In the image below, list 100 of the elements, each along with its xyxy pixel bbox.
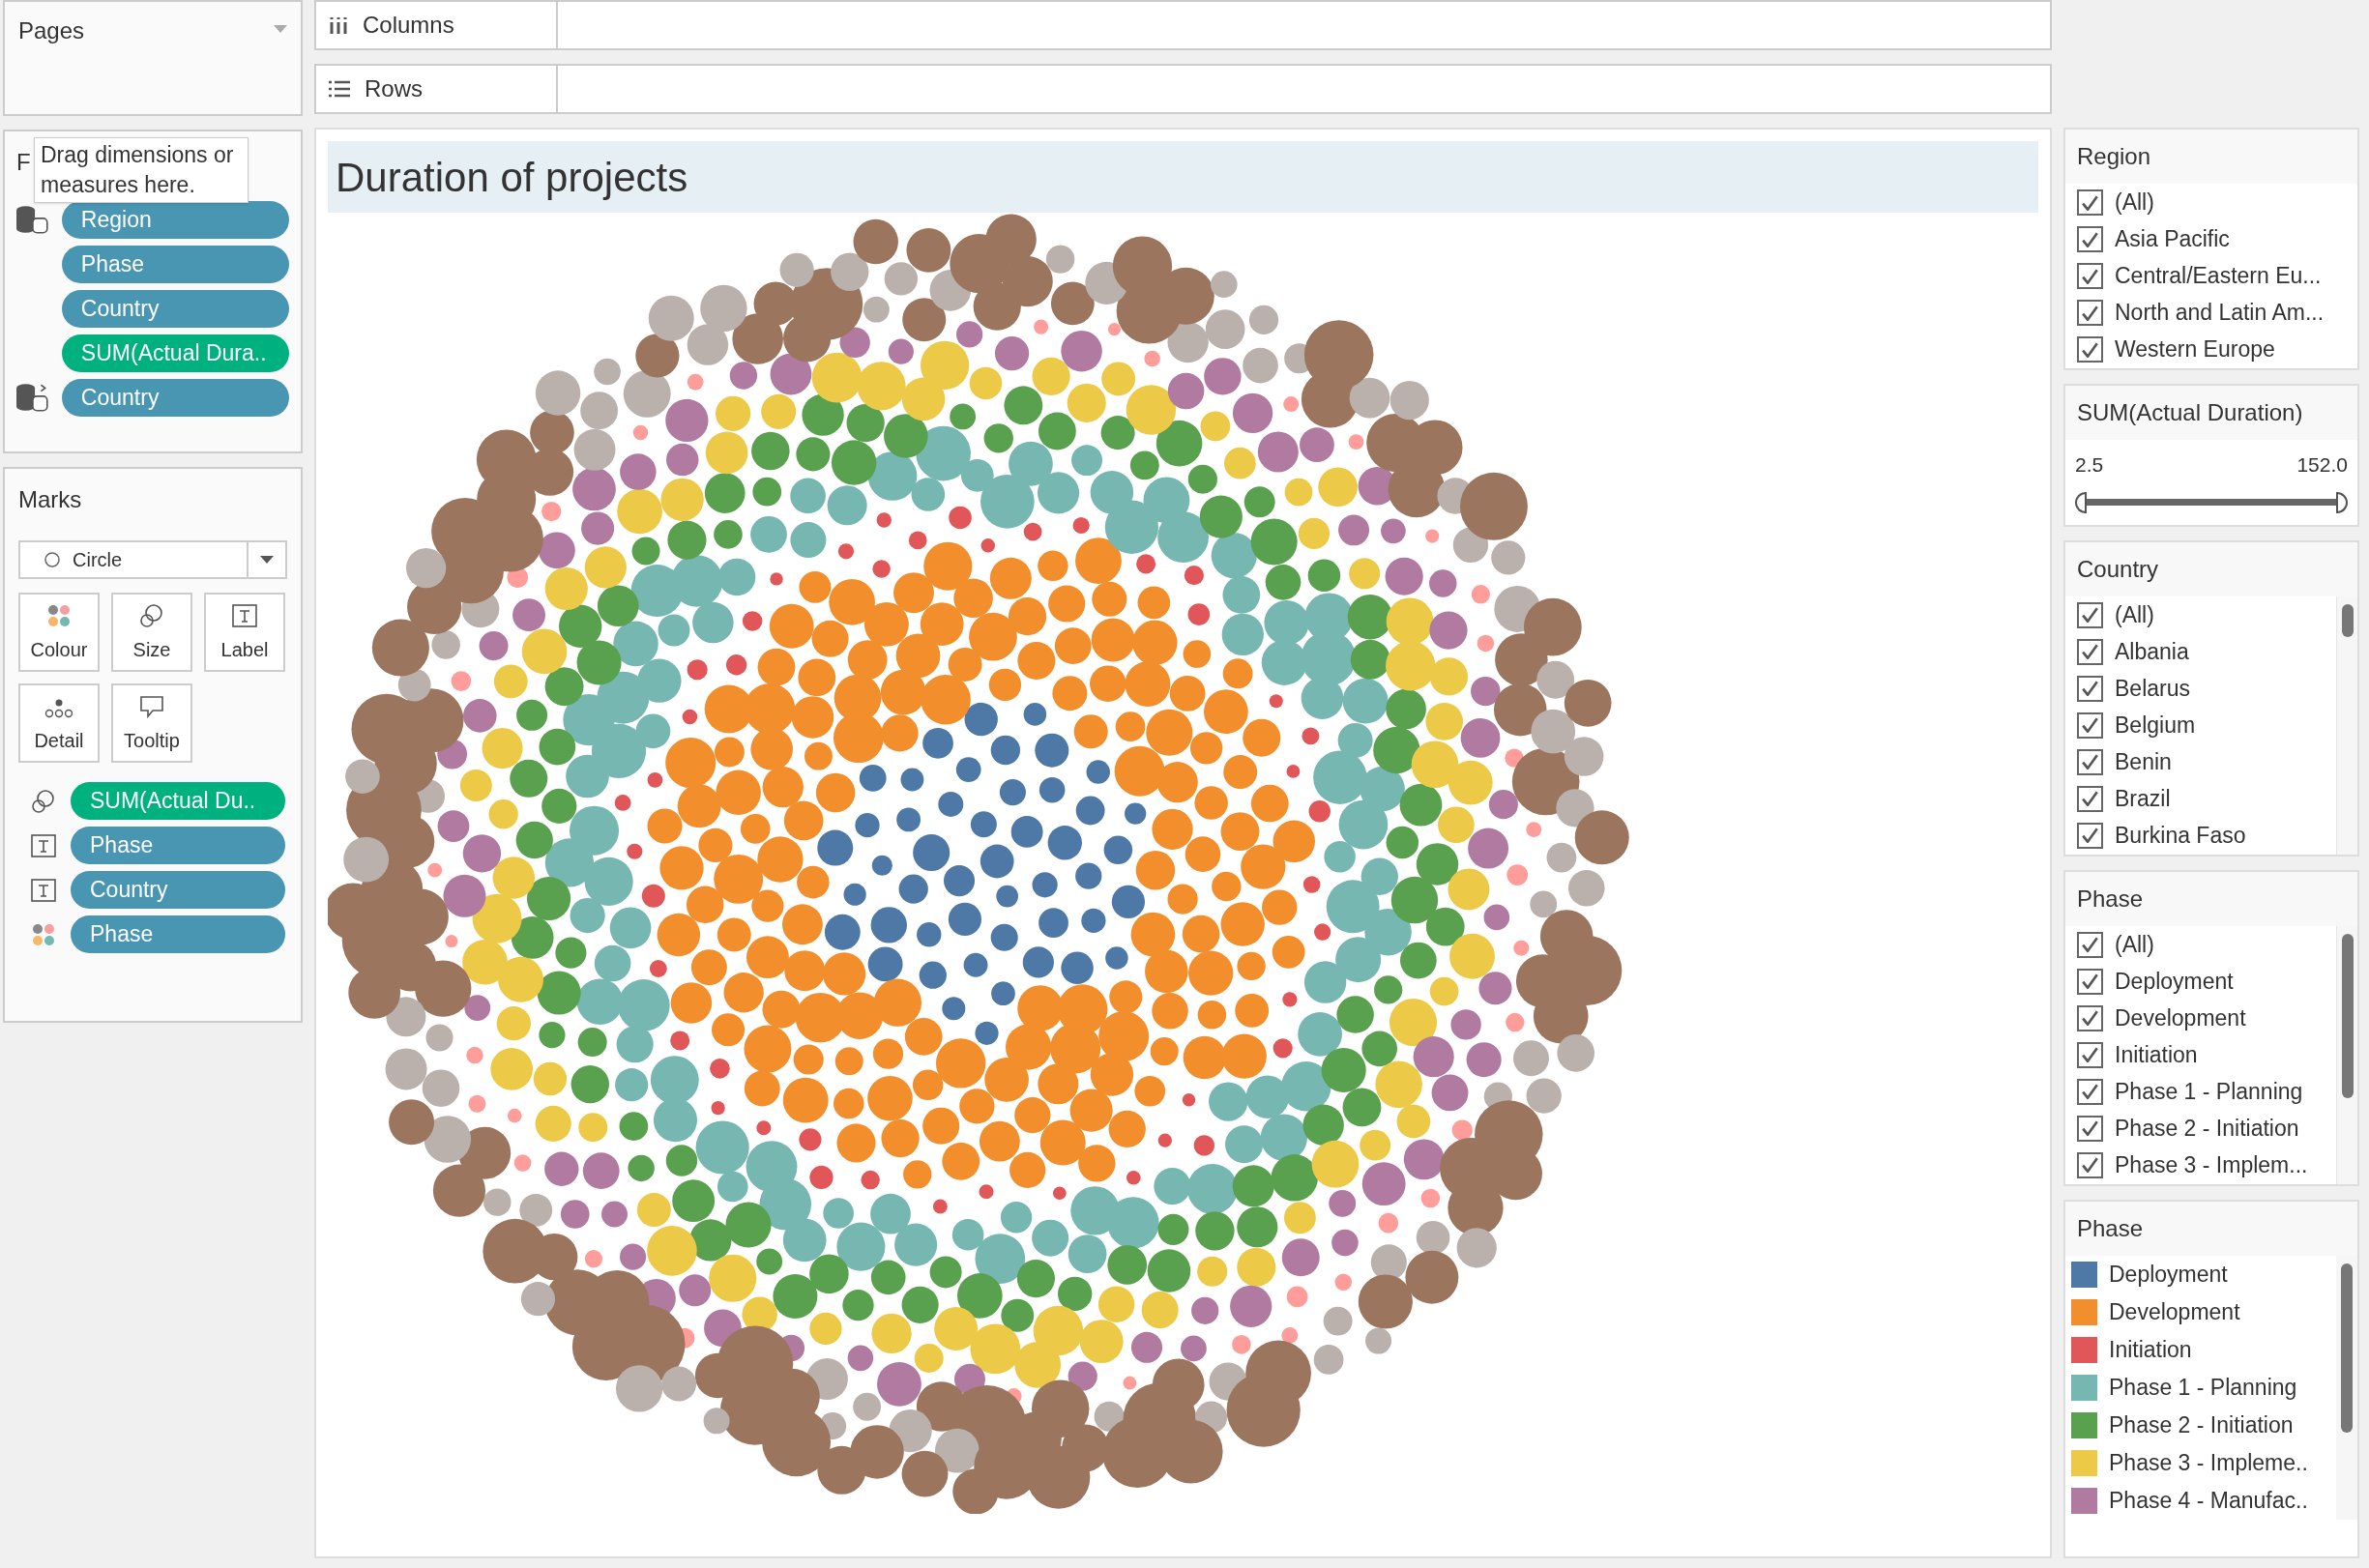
check-icon [2082,681,2098,696]
filter-option[interactable]: Brazil [2115,785,2171,812]
checkbox[interactable] [2077,1004,2103,1031]
circle-icon [44,551,61,568]
filter-option[interactable]: Belarus [2115,675,2190,702]
shelf[interactable]: Columns [314,0,2052,50]
card-title: SUM(Actual Duration) [2065,386,2357,440]
filter-option[interactable]: Initiation [2115,1041,2198,1068]
card-title: Phase [2065,1201,2357,1256]
card-title: Marks [18,485,83,514]
check-icon [2082,341,2098,358]
scrollbar[interactable] [2341,1263,2353,1433]
mark-type-dropdown[interactable]: Circle [18,540,287,579]
view-title: Duration of projects [328,141,2038,213]
legend-label: Deployment [2109,1261,2228,1288]
filter-option[interactable]: Development [2115,1004,2246,1031]
marks-card-button[interactable]: Detail [18,683,100,763]
filter-option[interactable]: Central/Eastern Eu... [2115,263,2322,289]
checkbox[interactable] [2077,1078,2103,1105]
shelf-label: Rows [365,74,423,103]
speech-bubble-icon [138,693,165,720]
check-icon [2082,231,2098,247]
detail-dots-icon [44,697,74,720]
filter-option[interactable]: (All) [2115,931,2154,958]
checkbox[interactable] [2077,189,2103,216]
filter-option[interactable]: Burkina Faso [2115,822,2246,849]
checkbox[interactable] [2077,226,2103,252]
check-icon [2082,1010,2098,1026]
checkbox[interactable] [2077,931,2103,958]
scrollbar[interactable] [2341,603,2354,637]
checkbox[interactable] [2077,675,2103,702]
card-title: Phase [2065,871,2357,926]
pages-shelf[interactable]: Pages [3,0,303,116]
shelf[interactable]: Rows [314,64,2052,114]
text-t-icon [231,602,258,629]
check-icon [2082,1157,2098,1173]
marks-card-button[interactable]: Colour [18,593,100,672]
database-icon [16,206,48,234]
filter-option[interactable]: Benin [2115,748,2172,775]
legend-label: Initiation [2109,1336,2192,1363]
columns-icon [328,15,349,36]
marks-card-button[interactable]: Tooltip [111,683,192,763]
marks-card-button[interactable]: Size [111,593,192,672]
checkbox[interactable] [2077,263,2103,289]
checkbox[interactable] [2077,1115,2103,1142]
legend-label: Development [2109,1298,2240,1325]
checkbox[interactable] [2077,300,2103,326]
filter-option[interactable]: Phase 1 - Planning [2115,1078,2303,1105]
filter-option[interactable]: (All) [2115,601,2154,628]
filter-option[interactable]: Deployment [2115,968,2234,995]
legend-label: Phase 1 - Planning [2109,1374,2297,1401]
legend-label: Phase 3 - Impleme.. [2109,1449,2308,1476]
checkbox[interactable] [2077,336,2103,363]
card-title: Country [2065,541,2357,596]
size-circles-icon [30,787,57,815]
check-icon [2082,937,2098,952]
checkbox[interactable] [2077,968,2103,995]
slider-thumb[interactable] [2336,491,2348,513]
shelf-title: Pages [18,16,85,45]
filter-option[interactable]: Albania [2115,638,2189,665]
filter-option[interactable]: Phase 2 - Initiation [2115,1115,2299,1142]
filter-option[interactable]: (All) [2115,189,2154,216]
scrollbar[interactable] [2341,933,2354,1098]
size-circles-icon [138,602,165,629]
check-icon [2082,973,2098,989]
text-t-icon [30,876,57,904]
text-t-icon [30,831,57,859]
filter-option[interactable]: Asia Pacific [2115,226,2230,252]
checkbox[interactable] [2077,1041,2103,1068]
marks-card-button[interactable]: Label [204,593,285,672]
check-icon [2082,644,2098,659]
filter-option[interactable]: Belgium [2115,711,2196,739]
check-icon [2082,268,2098,284]
check-icon [2082,1084,2098,1099]
checkbox[interactable] [2077,638,2103,665]
card-title: Region [2065,130,2357,184]
check-icon [2082,754,2098,769]
legend-label: Phase 4 - Manufac.. [2109,1487,2308,1514]
check-icon [2082,1120,2098,1136]
check-icon [2082,717,2098,733]
filter-option[interactable]: Western Europe [2115,336,2275,363]
tooltip: Drag dimensions or measures here. [34,137,249,203]
range-max: 152.0 [2296,452,2348,478]
colour-dots-icon [45,602,73,629]
legend-label: Phase 2 - Initiation [2109,1411,2294,1438]
checkbox[interactable] [2077,1151,2103,1178]
checkbox[interactable] [2077,601,2103,628]
check-icon [2082,1047,2098,1062]
filter-option[interactable]: North and Latin Am... [2115,300,2325,326]
checkbox[interactable] [2077,785,2103,812]
rows-icon [328,79,351,99]
check-icon [2082,305,2098,321]
database-icon [16,384,48,412]
slider-thumb[interactable] [2075,491,2087,513]
dropdown-caret-icon [260,556,274,564]
checkbox[interactable] [2077,822,2103,849]
filter-option[interactable]: Phase 3 - Implem... [2115,1151,2308,1178]
checkbox[interactable] [2077,748,2103,775]
check-icon [2082,194,2098,211]
checkbox[interactable] [2077,711,2103,739]
